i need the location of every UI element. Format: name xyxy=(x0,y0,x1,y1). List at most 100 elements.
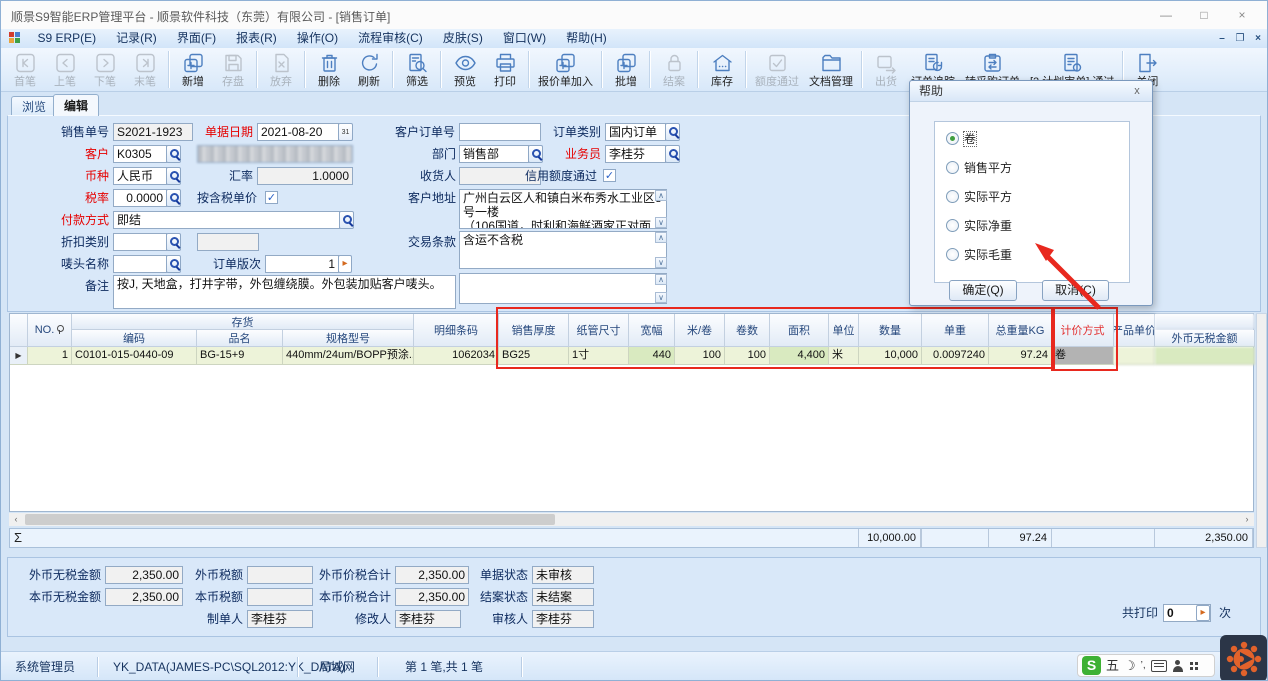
toolbar-button-preview[interactable]: 预览 xyxy=(445,48,485,91)
row-cell-item-code[interactable]: C0101-015-0440-09 xyxy=(72,347,197,365)
cust-order-no-field[interactable] xyxy=(459,123,541,141)
radio-option-actual-square[interactable]: 实际平方 xyxy=(946,190,1012,204)
radio-option-roll[interactable]: 卷 xyxy=(946,132,976,146)
column-header-meters-per-roll[interactable]: 米/卷 xyxy=(675,314,725,347)
column-header-quantity[interactable]: 数量 xyxy=(859,314,922,347)
help-dialog-close-icon[interactable]: x xyxy=(1129,84,1145,99)
grid-icon[interactable] xyxy=(1189,661,1199,671)
toolbar-button-inventory[interactable]: 库存 xyxy=(702,48,742,91)
toolbar-button-batch-add[interactable]: 批增 xyxy=(606,48,646,91)
punctuation-icon[interactable]: ’, xyxy=(1141,656,1146,675)
scrollbar-thumb[interactable] xyxy=(25,514,555,525)
row-cell-meters-per-roll[interactable]: 100 xyxy=(675,347,725,365)
discount-type-field[interactable] xyxy=(113,233,167,251)
order-version-spinner-icon[interactable]: ▸ xyxy=(338,255,352,273)
column-header-sales-thickness[interactable]: 销售厚度 xyxy=(499,314,569,347)
menu-item-s9-erp[interactable]: S9 ERP(E) xyxy=(27,29,106,48)
menu-item-help[interactable]: 帮助(H) xyxy=(556,29,617,48)
row-cell-spec-model[interactable]: 440mm/24um/BOPP预涂... xyxy=(283,347,414,365)
radio-icon[interactable] xyxy=(946,219,959,232)
maximize-icon[interactable]: □ xyxy=(1189,5,1219,25)
column-header-pricing-method[interactable]: 计价方式 xyxy=(1052,314,1114,347)
column-header-width[interactable]: 宽幅 xyxy=(629,314,675,347)
sogou-logo-icon[interactable]: S xyxy=(1082,656,1101,675)
tax-rate-lookup-icon[interactable] xyxy=(166,189,181,207)
column-header-tube-size[interactable]: 纸管尺寸 xyxy=(569,314,629,347)
minimize-icon[interactable]: — xyxy=(1151,5,1181,25)
row-cell-product-unit-price[interactable] xyxy=(1114,347,1155,365)
grid-horizontal-scrollbar[interactable]: ‹ › xyxy=(9,513,1254,526)
menu-item-flow-audit[interactable]: 流程审核(C) xyxy=(348,29,433,48)
column-header-total-weight-kg[interactable]: 总重量KG xyxy=(989,314,1052,347)
wubi-indicator[interactable]: 五 xyxy=(1106,656,1119,675)
department-field[interactable]: 销售部 xyxy=(459,145,529,163)
column-header-detail-barcode[interactable]: 明细条码 xyxy=(414,314,499,347)
row-cell-pricing-method[interactable]: 卷 xyxy=(1052,347,1114,365)
tab-browse[interactable]: 浏览 xyxy=(11,96,57,116)
cust-address-field[interactable]: 广州白云区人和镇白米布秀水工业区8号一楼 （106国道，时利和海鲜酒家正对面, … xyxy=(459,189,667,229)
customer-lookup-icon[interactable] xyxy=(166,145,181,163)
grid-vertical-scrollbar[interactable] xyxy=(1256,313,1267,548)
menu-item-interface[interactable]: 界面(F) xyxy=(167,29,226,48)
customer-field[interactable]: K0305 xyxy=(113,145,167,163)
moon-icon[interactable]: ☽ xyxy=(1124,656,1136,675)
ime-toolbar[interactable]: S 五 ☽ ’, xyxy=(1077,654,1215,677)
column-header-spec-model[interactable]: 规格型号 xyxy=(283,330,414,347)
toolbar-button-add-new[interactable]: 新增 xyxy=(173,48,213,91)
app-corner-logo[interactable] xyxy=(1220,635,1267,681)
trade-terms-scroll-up-icon[interactable]: ∧ xyxy=(655,232,667,243)
menu-item-window[interactable]: 窗口(W) xyxy=(493,29,556,48)
column-header-foreign-untaxed-amount[interactable]: 外币无税金额 xyxy=(1155,330,1255,347)
radio-icon[interactable] xyxy=(946,190,959,203)
toolbar-button-document-manage[interactable]: 文档管理 xyxy=(804,48,858,91)
column-header-unit-weight[interactable]: 单重 xyxy=(922,314,989,347)
row-cell-quantity[interactable]: 10,000 xyxy=(859,347,922,365)
cust-address-scroll-down-icon[interactable]: ∨ xyxy=(655,217,667,228)
menu-item-skin[interactable]: 皮肤(S) xyxy=(433,29,493,48)
mdi-minimize-icon[interactable]: – xyxy=(1214,32,1230,46)
tax-rate-field[interactable]: 0.0000 xyxy=(113,189,167,207)
remark-field[interactable]: 按J, 天地盒，打井字带，外包缠绕膜。外包装加贴客户唛头。 xyxy=(113,275,456,309)
payment-lookup-icon[interactable] xyxy=(339,211,354,229)
menu-item-report[interactable]: 报表(R) xyxy=(226,29,287,48)
scroll-right-icon[interactable]: › xyxy=(1240,513,1254,526)
mdi-restore-icon[interactable]: ❐ xyxy=(1232,32,1248,46)
tax-included-checkbox[interactable]: ✓ xyxy=(265,191,278,204)
extra-notes-scroll-up-icon[interactable]: ∧ xyxy=(655,274,667,285)
toolbar-button-add-from-quotation[interactable]: 报价单加入 xyxy=(533,48,598,91)
close-icon[interactable]: × xyxy=(1227,5,1257,25)
row-cell-tube-size[interactable]: 1寸 xyxy=(569,347,629,365)
ok-button[interactable]: 确定(Q) xyxy=(949,280,1017,301)
payment-field[interactable]: 即结 xyxy=(113,211,340,229)
radio-option-actual-net-weight[interactable]: 实际净重 xyxy=(946,219,1012,233)
radio-icon[interactable] xyxy=(946,248,959,261)
cust-address-scroll-up-icon[interactable]: ∧ xyxy=(655,190,667,201)
calendar-icon[interactable]: 31 xyxy=(338,123,353,141)
order-version-field[interactable]: 1 xyxy=(265,255,339,273)
menu-item-operation[interactable]: 操作(O) xyxy=(287,29,348,48)
mark-name-lookup-icon[interactable] xyxy=(166,255,181,273)
radio-icon[interactable] xyxy=(946,161,959,174)
row-cell-detail-barcode[interactable]: 1062034 xyxy=(414,347,499,365)
row-cell-total-weight-kg[interactable]: 97.24 xyxy=(989,347,1052,365)
row-cell-area[interactable]: 4,400 xyxy=(770,347,829,365)
mdi-close-icon[interactable]: × xyxy=(1250,32,1266,46)
doc-date-field[interactable]: 2021-08-20 xyxy=(257,123,339,141)
help-dialog-title[interactable]: 帮助 xyxy=(910,81,1152,102)
print-count-spinner-icon[interactable]: ▸ xyxy=(1196,605,1210,621)
column-header-area[interactable]: 面积 xyxy=(770,314,829,347)
discount-type-lookup-icon[interactable] xyxy=(166,233,181,251)
row-cell-roll-count[interactable]: 100 xyxy=(725,347,770,365)
salesman-lookup-icon[interactable] xyxy=(665,145,680,163)
user-icon[interactable] xyxy=(1172,660,1184,672)
scroll-left-icon[interactable]: ‹ xyxy=(9,513,23,526)
current-row-indicator[interactable]: ▶ xyxy=(10,347,28,365)
trade-terms-scroll-down-icon[interactable]: ∨ xyxy=(655,257,667,268)
column-header-roll-count[interactable]: 卷数 xyxy=(725,314,770,347)
mark-name-field[interactable] xyxy=(113,255,167,273)
column-header-item-name[interactable]: 品名 xyxy=(197,330,283,347)
column-header-unit[interactable]: 单位 xyxy=(829,314,859,347)
column-header-item-code[interactable]: 编码 xyxy=(72,330,197,347)
toolbar-button-refresh[interactable]: 刷新 xyxy=(349,48,389,91)
column-header-no[interactable]: NO. xyxy=(28,314,72,347)
